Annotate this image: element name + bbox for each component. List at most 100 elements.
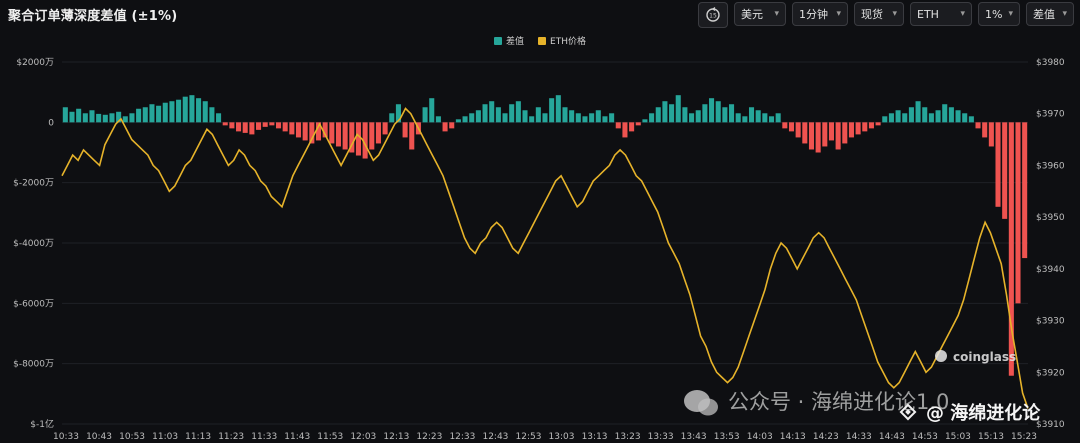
- diff-bar: [189, 95, 195, 123]
- diff-bar: [635, 122, 641, 126]
- diff-bar: [828, 122, 835, 141]
- diff-bar: [389, 113, 395, 123]
- diff-bar: [935, 110, 941, 123]
- diff-bar: [928, 113, 934, 123]
- y-right-tick-label: $3930: [1036, 317, 1065, 327]
- diff-bar: [782, 122, 788, 129]
- diff-bar: [615, 122, 621, 129]
- diff-bar: [669, 104, 675, 123]
- diff-bar: [775, 113, 781, 123]
- diff-bar: [902, 113, 908, 123]
- diff-bar: [915, 101, 921, 123]
- diff-bar: [162, 102, 168, 123]
- x-tick-label: 15:03: [945, 432, 971, 442]
- diff-bar: [602, 116, 608, 123]
- diff-bar: [569, 110, 575, 123]
- diff-bar: [975, 122, 981, 129]
- diff-bar: [715, 101, 721, 123]
- y-right-tick-label: $3940: [1036, 265, 1065, 275]
- diff-bar: [1002, 122, 1008, 219]
- coinglass-brand: coinglass: [953, 350, 1016, 364]
- diff-bar: [835, 122, 841, 150]
- diff-bar: [982, 122, 988, 138]
- diff-bar: [815, 122, 821, 153]
- diff-bar: [435, 116, 441, 123]
- diff-bar: [968, 116, 974, 123]
- diff-bar: [402, 122, 408, 138]
- x-tick-label: 10:43: [86, 432, 112, 442]
- diff-bar: [555, 95, 561, 123]
- diff-bar: [176, 99, 182, 123]
- diff-bar: [822, 122, 828, 147]
- diff-bar: [549, 98, 555, 123]
- diff-bar: [129, 113, 135, 123]
- diff-bar: [475, 110, 481, 123]
- diff-bar: [662, 101, 668, 123]
- y-left-tick-label: $-8000万: [13, 360, 54, 370]
- y-left-tick-label: $-6000万: [13, 299, 54, 309]
- y-axis-left: $2000万 0 $-2000万 $-4000万 $-6000万 $-8000万 $-1亿: [13, 58, 54, 430]
- diff-bar: [282, 122, 288, 132]
- diff-bar: [702, 104, 708, 123]
- diff-bar: [455, 119, 461, 123]
- y-left-tick-label: $-2000万: [13, 179, 54, 189]
- diff-bar: [202, 101, 208, 123]
- diff-bar: [609, 113, 615, 123]
- diff-bar: [562, 107, 568, 123]
- diff-bar: [422, 107, 428, 123]
- diff-bar: [695, 110, 701, 123]
- diff-bar: [682, 107, 688, 123]
- diff-bar: [509, 104, 515, 123]
- diff-bar: [735, 113, 741, 123]
- y-right-tick-label: $3950: [1036, 213, 1065, 223]
- y-left-tick-label: $-1亿: [30, 418, 54, 430]
- diff-bar: [216, 113, 222, 123]
- diff-bars: [62, 95, 1028, 376]
- diff-bar: [502, 113, 508, 123]
- diff-bar: [375, 122, 381, 144]
- diff-bar: [69, 111, 75, 123]
- diff-bar: [742, 116, 748, 123]
- x-tick-label: 11:13: [185, 432, 211, 442]
- diff-bar: [82, 113, 88, 123]
- diff-bar: [149, 104, 155, 123]
- diff-bar: [262, 122, 268, 127]
- diff-bar: [848, 122, 854, 138]
- diff-bar: [236, 122, 242, 132]
- x-tick-label: 13:03: [549, 432, 575, 442]
- diff-bar: [182, 96, 188, 123]
- x-tick-label: 15:23: [1011, 432, 1037, 442]
- diff-bar: [942, 104, 948, 123]
- diff-bar: [689, 113, 695, 123]
- diff-bar: [882, 116, 888, 123]
- diff-bar: [535, 107, 541, 123]
- diff-bar: [76, 108, 82, 123]
- diff-bar: [862, 122, 868, 132]
- x-tick-label: 10:33: [53, 432, 79, 442]
- diff-bar: [489, 101, 495, 123]
- diff-bar: [808, 122, 815, 150]
- diff-bar: [369, 122, 375, 150]
- diff-bar: [275, 122, 282, 129]
- diff-bar: [988, 122, 994, 147]
- diff-bar: [409, 122, 415, 150]
- diff-bar: [842, 122, 848, 144]
- coinglass-logo-icon: [935, 350, 947, 362]
- diff-bar: [156, 105, 162, 123]
- y-left-tick-label: $2000万: [16, 58, 54, 68]
- coinglass-watermark: coinglass: [935, 350, 1016, 364]
- diff-bar: [542, 113, 548, 123]
- diff-bar: [442, 122, 448, 132]
- diff-bar: [482, 104, 488, 123]
- x-tick-label: 12:13: [383, 432, 409, 442]
- diff-bar: [289, 122, 295, 135]
- diff-bar: [229, 122, 235, 129]
- diff-bar: [342, 122, 348, 150]
- diff-bar: [449, 122, 455, 129]
- diff-bar: [962, 113, 968, 123]
- diff-bar: [142, 107, 148, 123]
- diff-bar: [255, 122, 262, 130]
- diff-bar: [895, 110, 901, 123]
- diff-bar: [875, 122, 881, 126]
- x-tick-label: 11:43: [284, 432, 310, 442]
